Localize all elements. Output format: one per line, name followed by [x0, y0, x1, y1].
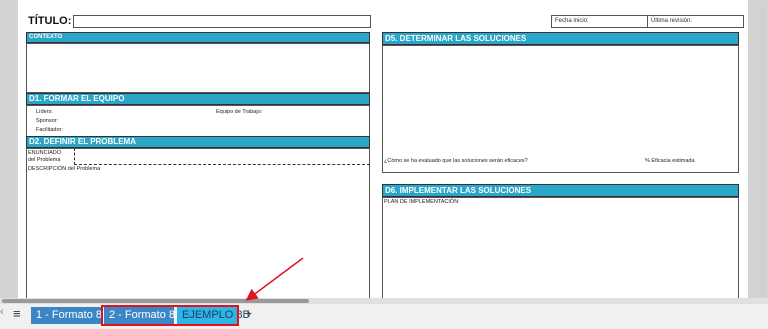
- fecha-inicio-cell[interactable]: Fecha inicio:: [551, 15, 648, 28]
- d2-header: D2. DEFINIR EL PROBLEMA: [26, 136, 370, 148]
- title-label: TÍTULO:: [28, 15, 72, 27]
- d6-header: D6. IMPLEMENTAR LAS SOLUCIONES: [382, 184, 739, 197]
- sponsor-label: Sponsor:: [36, 118, 59, 124]
- spreadsheet-sheet[interactable]: TÍTULO: Fecha inicio: Última revisión: C…: [18, 0, 748, 298]
- tab-formato-8d-1[interactable]: 1 - Formato 8D: [31, 307, 110, 324]
- enunciado-label: ENUNCIADO: [28, 150, 62, 156]
- sheet-menu-icon[interactable]: ≡: [13, 306, 21, 321]
- add-sheet-icon[interactable]: +: [244, 305, 252, 321]
- eficacia-label: % Eficacia estimada: [645, 158, 695, 164]
- d1-team-cell[interactable]: [26, 105, 370, 137]
- d6-implementation-cell[interactable]: [382, 197, 739, 298]
- enunciado-dashed-box[interactable]: [74, 148, 370, 165]
- horizontal-scroll-thumb[interactable]: [2, 299, 309, 303]
- title-input-cell[interactable]: [73, 15, 371, 28]
- ultima-revision-cell[interactable]: Última revisión:: [647, 15, 744, 28]
- tab-nav-arrow-icon[interactable]: ‹: [0, 306, 4, 318]
- descripcion-label: DESCRIPCIÓN del Problema: [28, 166, 101, 172]
- d5-solutions-cell[interactable]: [382, 45, 739, 173]
- lider-label: Líders:: [36, 109, 53, 115]
- annotation-highlight-box: [101, 305, 239, 326]
- plan-label: PLAN DE IMPLEMENTACIÓN:: [384, 199, 460, 205]
- vertical-scrollbar[interactable]: [760, 8, 766, 296]
- equipo-label: Equipo de Trabajo:: [216, 109, 263, 115]
- facilitador-label: Facilitador:: [36, 127, 63, 133]
- d1-header: D1. FORMAR EL EQUIPO: [26, 93, 370, 105]
- d5-question-label: ¿Cómo se ha evaluado que las soluciones …: [384, 158, 528, 164]
- contexto-cell[interactable]: [26, 43, 370, 93]
- enunciado-label-2: del Problema: [28, 157, 61, 163]
- d5-header: D5. DETERMINAR LAS SOLUCIONES: [382, 32, 739, 45]
- contexto-header: CONTEXTO: [26, 32, 370, 43]
